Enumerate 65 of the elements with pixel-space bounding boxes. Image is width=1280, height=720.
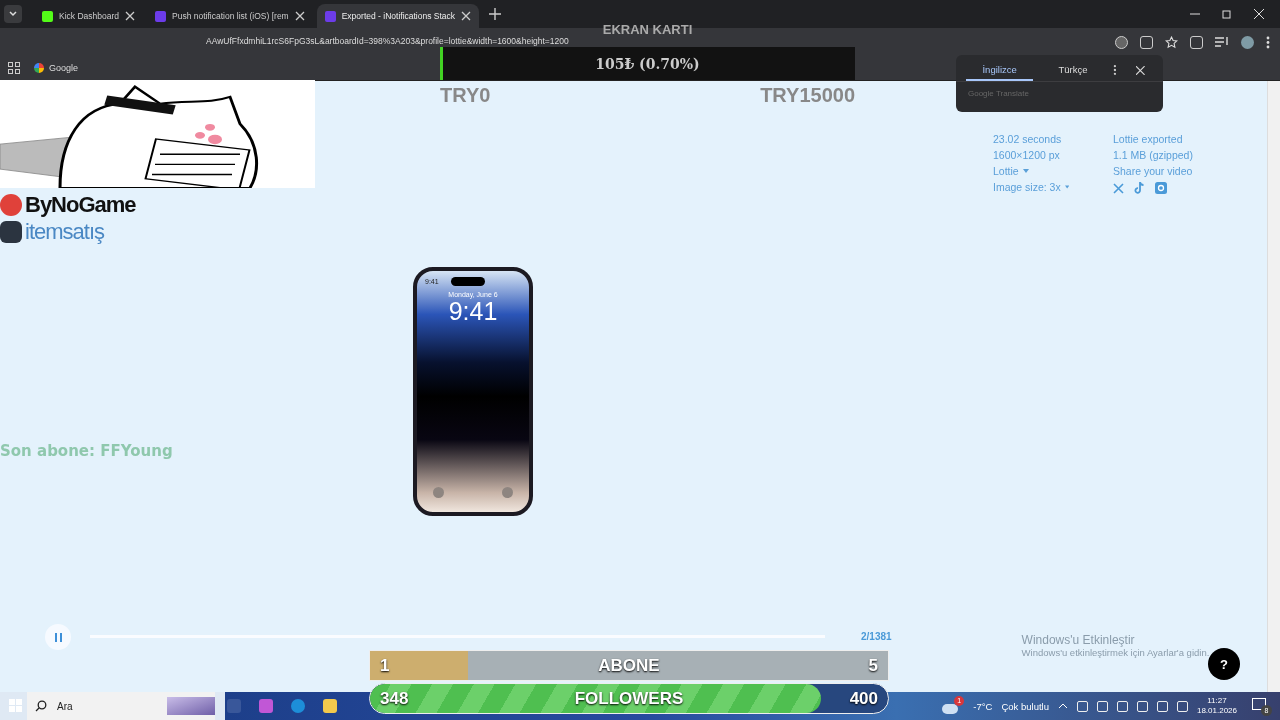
close-icon[interactable] — [461, 11, 472, 21]
language-tab[interactable]: İngilizce — [966, 59, 1034, 81]
apps-grid-icon[interactable] — [8, 62, 20, 74]
browser-tab[interactable]: Push notification list (iOS) [rem — [147, 4, 313, 28]
caret-icon — [1064, 184, 1069, 189]
app-logo-icon — [324, 10, 336, 22]
goal-current: 348 — [380, 688, 409, 709]
new-tab-icon[interactable] — [489, 8, 502, 20]
star-icon[interactable] — [1165, 35, 1178, 49]
weather-text: Çok bulutlu — [1001, 700, 1049, 712]
language-tab[interactable]: Türkçe — [1039, 59, 1107, 81]
temperature: -7°C — [973, 700, 993, 712]
close-icon[interactable] — [125, 11, 135, 21]
search-field[interactable]: Ara — [27, 692, 215, 720]
caret-icon — [1022, 168, 1029, 173]
search-icon — [35, 700, 47, 712]
goal-title: EKRAN KARTI — [602, 22, 693, 39]
browser-tab[interactable]: Kick Dashboard — [34, 4, 143, 28]
sponsor-logo: itemsatış — [0, 219, 136, 244]
dynamic-island — [450, 277, 485, 286]
donation-amount: 105₺ (0.70%) — [595, 55, 700, 72]
chevron-up-icon[interactable] — [1057, 703, 1068, 709]
tiktok-logo-icon[interactable] — [1134, 182, 1145, 194]
clock-time: 11:27 — [1207, 696, 1227, 706]
tab-title: Push notification list (iOS) [rem — [172, 11, 289, 21]
tab-title: Exported - iNotifications Stack — [341, 11, 456, 21]
goal-max: TRY15000 — [760, 84, 855, 107]
close-icon[interactable] — [1254, 9, 1264, 19]
goal-min: TRY0 — [440, 84, 491, 107]
frame-counter: 2/1381 — [861, 631, 892, 642]
more-icon[interactable] — [1112, 64, 1117, 76]
x-logo-icon[interactable] — [1113, 182, 1124, 194]
activation-title: Windows'u Etkinleştir — [1021, 633, 1136, 647]
k-logo-icon — [42, 10, 53, 22]
last-subscriber: Son abone: FFYoung — [0, 442, 173, 460]
goal-target: 400 — [849, 688, 878, 709]
goal-label: FOLLOWERS — [573, 688, 685, 709]
tray-icon[interactable] — [1076, 700, 1088, 712]
tab-list-button[interactable] — [4, 5, 22, 23]
bookmark-item[interactable]: Google — [34, 63, 79, 73]
clock-date: 18.01.2026 — [1196, 706, 1237, 716]
profile-avatar[interactable] — [1241, 35, 1254, 49]
goal-current: 1 — [380, 655, 390, 676]
more-icon[interactable] — [1266, 35, 1270, 49]
export-status: Lottie exported — [1113, 132, 1184, 145]
tab-title: Kick Dashboard — [59, 11, 119, 21]
browser-tab[interactable]: Exported - iNotifications Stack — [316, 4, 480, 28]
goal-label: ABONE — [597, 655, 661, 676]
lock-time: 9:41 — [448, 298, 498, 325]
activation-text: Windows'u etkinleştirmek için Ayarlar'a gidin. — [1021, 647, 1210, 658]
export-detail: 23.02 seconds — [993, 132, 1063, 145]
export-detail: 1600×1200 px — [993, 148, 1061, 161]
pause-button[interactable] — [45, 624, 71, 650]
address-text[interactable]: AAwUfFfxdmhiL1rcS6FpG3sL&artboardId=398%3A203&profile=lottie&width=1600&height=1200 — [206, 36, 569, 46]
help-button[interactable]: ? — [1208, 648, 1240, 680]
close-icon[interactable] — [1136, 65, 1145, 75]
close-icon[interactable] — [294, 11, 305, 21]
media-icon[interactable] — [1215, 36, 1229, 48]
chevron-down-icon — [8, 9, 18, 19]
instagram-logo-icon[interactable] — [1155, 182, 1167, 194]
app-logo-icon — [155, 10, 166, 22]
tray-icon[interactable] — [1096, 700, 1108, 712]
sponsor-logo: ByNoGame — [0, 192, 136, 217]
restore-icon[interactable] — [1222, 9, 1232, 19]
goal-target: 5 — [868, 655, 878, 676]
